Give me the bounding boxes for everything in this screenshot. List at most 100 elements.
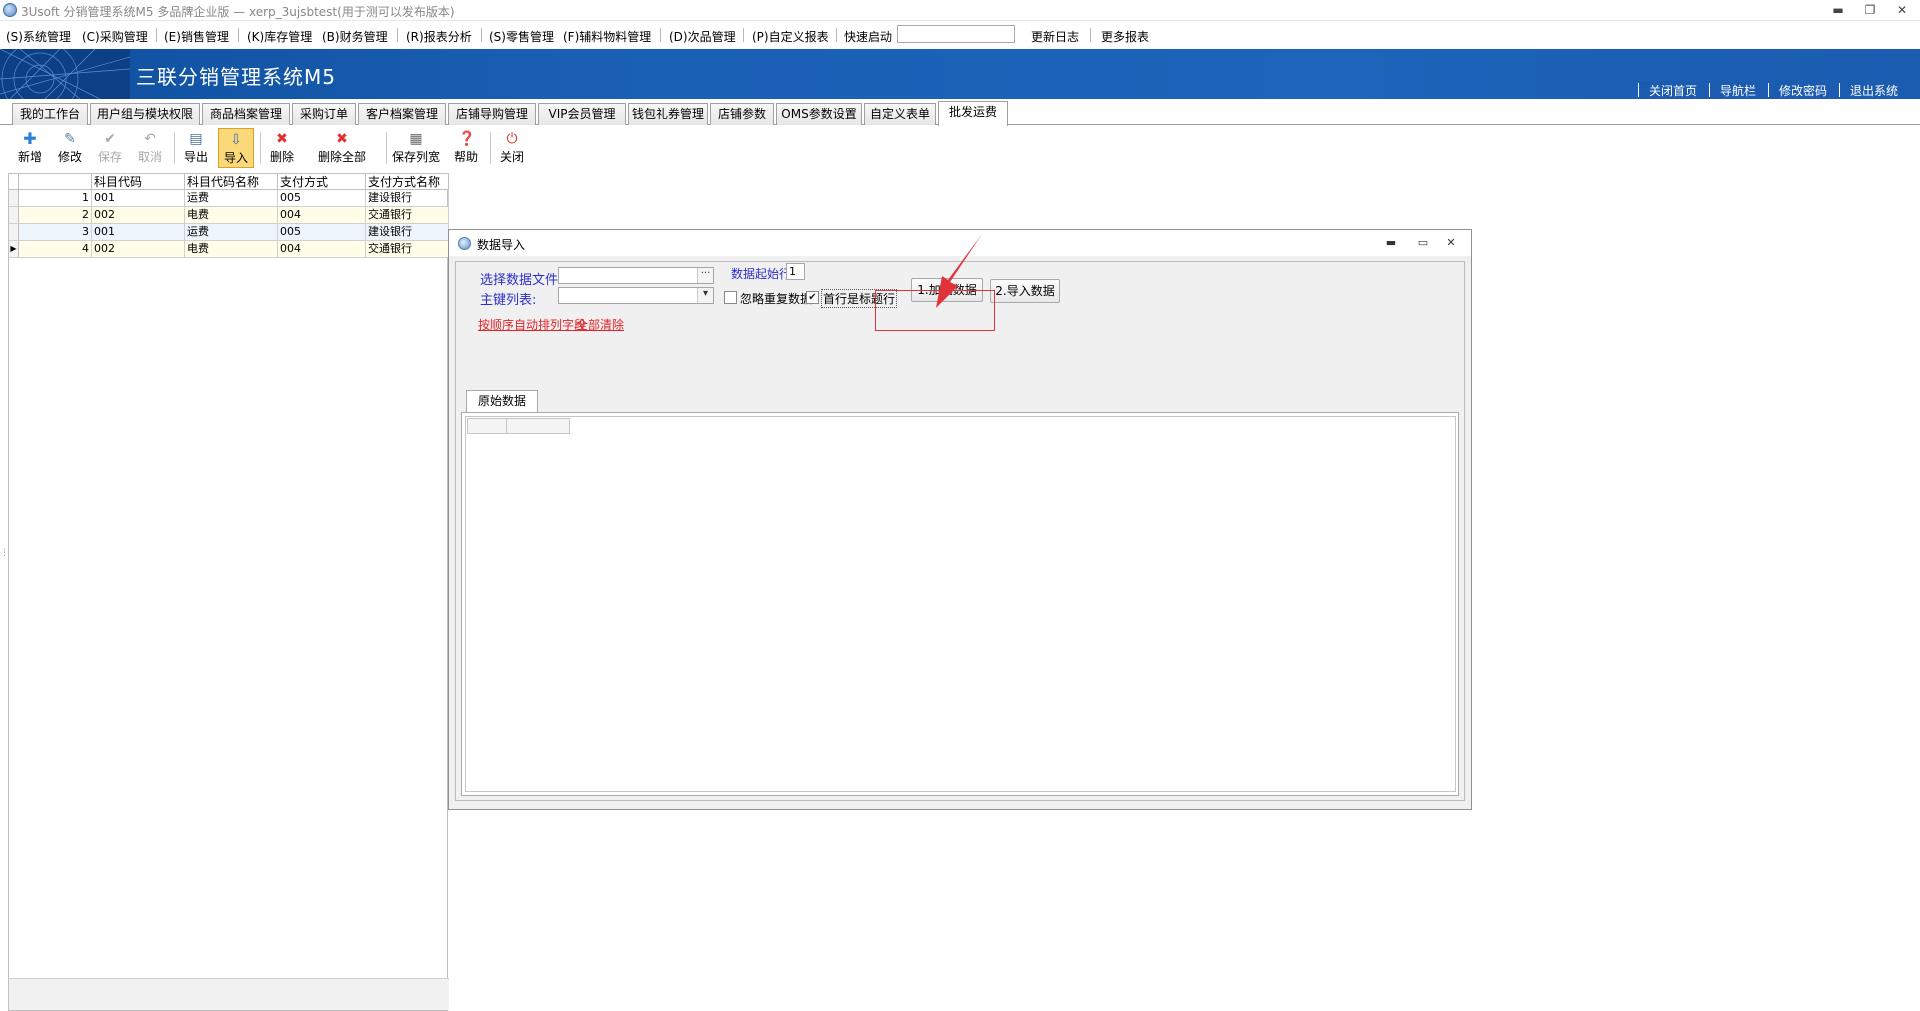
browse-button[interactable]: ··· [697,268,713,283]
raw-data-grid [465,416,1456,792]
table-row[interactable]: 3 001 运费 005 建设银行 [9,224,449,241]
dialog-restore-icon[interactable]: ▭ [1415,235,1431,251]
module-tabs: 我的工作台 用户组与模块权限 商品档案管理 采购订单 客户档案管理 店铺导购管理… [0,101,1920,126]
delete-icon: ✖ [276,131,288,147]
clear-all-link[interactable]: 全部清除 [576,316,624,333]
row-indicator-header [9,174,19,190]
tab-vip-member[interactable]: VIP会员管理 [538,103,626,125]
tab-custom-form[interactable]: 自定义表单 [864,103,936,125]
toolbar-separator [490,132,491,164]
menu-defects[interactable]: (D)次品管理 [669,28,736,45]
file-path-input[interactable]: ··· [558,267,714,284]
globe-icon [458,237,471,250]
minimize-icon[interactable]: ▬ [1830,2,1846,18]
menu-separator [238,28,239,42]
tab-oms-params[interactable]: OMS参数设置 [776,103,862,125]
cancel-button[interactable]: ↶ 取消 [132,128,168,168]
menu-separator [836,28,837,42]
tab-wallet-coupon[interactable]: 钱包礼券管理 [628,103,708,125]
undo-icon: ↶ [144,131,156,147]
quick-launch-input[interactable] [897,25,1015,43]
menu-more-reports[interactable]: 更多报表 [1101,28,1149,45]
col-header-pay-name[interactable]: 支付方式名称 [366,174,449,190]
dialog-minimize-icon[interactable]: ▬ [1383,235,1399,251]
check-icon: ✔ [104,131,116,147]
tab-wholesale-freight[interactable]: 批发运费 [938,101,1008,126]
dialog-body: 选择数据文件: ··· 数据起始行 1 主键列表: ▾ 忽略重复数据 ✔ 首行是… [455,261,1465,801]
toolbar: ✚ 新增 ✎ 修改 ✔ 保存 ↶ 取消 ▤ 导出 ⇩ 导入 ✖ 删除 ✖ 删除全… [8,126,1912,170]
change-password-link[interactable]: 修改密码 [1767,83,1839,97]
menu-sales[interactable]: (E)销售管理 [164,28,229,45]
close-button[interactable]: ⏻ 关闭 [494,128,530,168]
key-list-select[interactable]: ▾ [558,287,714,304]
restore-icon[interactable]: ❐ [1862,2,1878,18]
menu-separator [481,28,482,42]
freight-grid: 科目代码 科目代码名称 支付方式 支付方式名称 1 001 运费 005 建设银… [8,173,449,1011]
rownum-header [19,174,92,190]
chevron-down-icon[interactable]: ▾ [697,288,713,303]
help-button[interactable]: ❓ 帮助 [448,128,484,168]
delete-all-icon: ✖ [336,131,348,147]
banner-logo-graphic [0,49,130,99]
dialog-close-icon[interactable]: ✕ [1443,235,1459,251]
ignore-duplicates-checkbox[interactable] [724,291,737,304]
menu-changelog[interactable]: 更新日志 [1031,28,1079,45]
export-button[interactable]: ▤ 导出 [178,128,214,168]
tab-product-archive[interactable]: 商品档案管理 [202,103,290,125]
help-icon: ❓ [458,131,476,147]
menu-retail[interactable]: (S)零售管理 [489,28,554,45]
save-button[interactable]: ✔ 保存 [92,128,128,168]
menu-inventory[interactable]: (K)库存管理 [247,28,312,45]
new-button[interactable]: ✚ 新增 [12,128,48,168]
menu-separator [397,28,398,42]
table-row[interactable]: 2 002 电费 004 交通银行 [9,207,449,224]
tab-store-guide[interactable]: 店铺导购管理 [448,103,536,125]
menu-reports[interactable]: (R)报表分析 [406,28,472,45]
menu-custom-reports[interactable]: (P)自定义报表 [752,28,829,45]
close-window-icon[interactable]: ✕ [1894,2,1910,18]
close-home-link[interactable]: 关闭首页 [1637,83,1709,97]
col-header-code-name[interactable]: 科目代码名称 [185,174,278,190]
tab-raw-data[interactable]: 原始数据 [466,390,538,412]
auto-sort-fields-link[interactable]: 按顺序自动排列字段 [478,316,586,333]
power-icon: ⏻ [506,131,518,147]
col-header-code[interactable]: 科目代码 [92,174,185,190]
exit-system-link[interactable]: 退出系统 [1838,83,1910,97]
columns-icon: ▦ [409,131,423,147]
delete-all-button[interactable]: ✖ 删除全部 [316,128,368,168]
import-data-button[interactable]: 2.导入数据 [990,279,1060,303]
save-column-width-button[interactable]: ▦ 保存列宽 [390,128,442,168]
menu-purchase[interactable]: (C)采购管理 [82,28,148,45]
tab-user-permissions[interactable]: 用户组与模块权限 [90,103,200,125]
start-row-input[interactable]: 1 [786,263,805,280]
menu-separator [156,28,157,42]
col-header-pay[interactable]: 支付方式 [278,174,366,190]
menu-system[interactable]: (S)系统管理 [6,28,71,45]
import-button[interactable]: ⇩ 导入 [218,128,254,168]
first-row-header-checkbox[interactable]: ✔ [806,291,819,304]
tab-workbench[interactable]: 我的工作台 [12,103,88,125]
edit-button[interactable]: ✎ 修改 [52,128,88,168]
menu-materials[interactable]: (F)辅料物料管理 [563,28,651,45]
banner-links: 关闭首页 导航栏 修改密码 退出系统 [1637,81,1910,99]
export-icon: ▤ [189,131,203,147]
toolbar-separator [174,132,175,164]
table-row[interactable]: 1 001 运费 005 建设银行 [9,190,449,207]
nav-bar-link[interactable]: 导航栏 [1708,83,1768,97]
toolbar-separator [386,132,387,164]
tab-store-params[interactable]: 店铺参数 [710,103,774,125]
tab-purchase-order[interactable]: 采购订单 [292,103,356,125]
toolbar-separator [260,132,261,164]
plus-icon: ✚ [23,129,37,148]
ignore-duplicates-label: 忽略重复数据 [740,292,813,306]
delete-button[interactable]: ✖ 删除 [264,128,300,168]
raw-data-panel [461,412,1459,796]
tab-customer-archive[interactable]: 客户档案管理 [358,103,446,125]
splitter-handle[interactable]: ⋮ [0,548,9,568]
table-row[interactable]: ▶ 4 002 电费 004 交通银行 [9,241,449,258]
window-title: 3Usoft 分销管理系统M5 多品牌企业版 — xerp_3ujsbtest(… [21,5,455,19]
app-icon [3,3,17,17]
menu-finance[interactable]: (B)财务管理 [322,28,388,45]
quick-launch-label: 快速启动 [844,30,893,44]
raw-grid-header-cell [467,418,507,434]
